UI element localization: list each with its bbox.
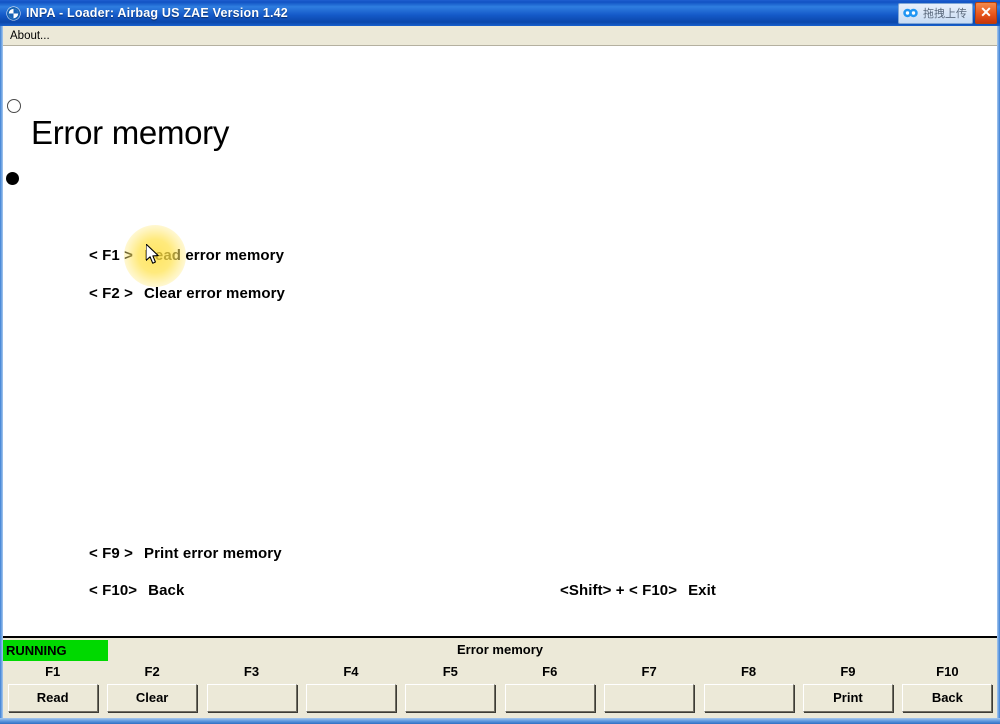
title-bar-controls: 拖拽上传 ✕: [898, 0, 1000, 26]
menu-option-key: < F10>: [89, 582, 138, 599]
function-key-button-row: Read Clear Print Back: [3, 684, 997, 716]
menu-option-label: Clear error memory: [143, 285, 286, 302]
menu-option-label: Print error memory: [143, 545, 282, 562]
menu-option-print-error-memory[interactable]: < F9 > Print error memory: [89, 545, 282, 562]
menu-option-label: Read error memory: [143, 247, 285, 264]
window-title: INPA - Loader: Airbag US ZAE Version 1.4…: [26, 6, 288, 20]
fkey-button-f1[interactable]: Read: [7, 684, 98, 712]
fkey-slot-f3: [202, 684, 301, 716]
fkey-label-f5: F5: [442, 664, 458, 679]
menu-item-about[interactable]: About...: [3, 29, 56, 43]
fkey-slot-f1: Read: [3, 684, 102, 716]
fkey-button-f9[interactable]: Print: [802, 684, 893, 712]
fkey-slot-f2: Clear: [102, 684, 201, 716]
menu-option-key: <Shift> + < F10>: [560, 582, 678, 599]
menu-option-key: < F2 >: [89, 285, 133, 302]
fkey-label-f4: F4: [343, 664, 359, 679]
fkey-button-f6[interactable]: [504, 684, 595, 712]
menu-bar: About...: [3, 26, 997, 46]
menu-option-key: < F9 >: [89, 545, 133, 562]
fkey-label-f7: F7: [641, 664, 657, 679]
menu-option-exit[interactable]: <Shift> + < F10> Exit: [560, 582, 716, 599]
status-title: Error memory: [457, 642, 543, 657]
fkey-slot-f6: [500, 684, 599, 716]
title-bar: INPA - Loader: Airbag US ZAE Version 1.4…: [0, 0, 1000, 26]
menu-option-label: Exit: [688, 582, 716, 599]
window-frame-bottom: [0, 718, 1000, 724]
fkey-label-f8: F8: [740, 664, 757, 679]
status-bar: RUNNING Error memory F1 F2 F3 F4 F5 F6 F…: [3, 636, 997, 718]
fkey-label-f9: F9: [840, 664, 856, 679]
fkey-button-f10[interactable]: Back: [902, 684, 993, 712]
fkey-button-f2[interactable]: Clear: [107, 684, 198, 712]
fkey-label-f2: F2: [144, 664, 160, 679]
fkey-label-f10: F10: [936, 664, 959, 679]
fkey-slot-f10: Back: [898, 684, 997, 716]
menu-option-label: Back: [148, 582, 185, 599]
fkey-slot-f7: [599, 684, 698, 716]
fkey-slot-f4: [301, 684, 400, 716]
fkey-slot-f9: Print: [798, 684, 897, 716]
fkey-label-f3: F3: [243, 664, 260, 679]
application-window: INPA - Loader: Airbag US ZAE Version 1.4…: [0, 0, 1000, 724]
filled-dot-marker-icon: [6, 172, 19, 185]
upload-badge-label: 拖拽上传: [923, 7, 967, 20]
fkey-button-f3[interactable]: [206, 684, 297, 712]
close-button[interactable]: ✕: [975, 2, 997, 24]
fkey-slot-f5: [401, 684, 500, 716]
hollow-circle-marker-icon: [7, 99, 21, 113]
menu-option-read-error-memory[interactable]: < F1 > Read error memory: [89, 247, 284, 264]
fkey-button-f4[interactable]: [305, 684, 396, 712]
menu-option-key: < F1 >: [89, 247, 133, 264]
fkey-label-f6: F6: [542, 664, 558, 679]
bmw-roundel-icon: [6, 5, 21, 21]
fkey-button-f7[interactable]: [604, 684, 695, 712]
page-title: Error memory: [31, 114, 230, 151]
upload-badge[interactable]: 拖拽上传: [898, 2, 973, 24]
cloud-upload-icon: [903, 8, 918, 18]
fkey-slot-f8: [699, 684, 798, 716]
fkey-label-f1: F1: [45, 664, 61, 679]
menu-option-clear-error-memory[interactable]: < F2 > Clear error memory: [89, 285, 285, 302]
function-key-label-row: F1 F2 F3 F4 F5 F6 F7 F8 F9 F10: [3, 664, 997, 684]
menu-option-back[interactable]: < F10> Back: [89, 582, 184, 599]
fkey-button-f8[interactable]: [703, 684, 794, 712]
fkey-button-f5[interactable]: [405, 684, 496, 712]
content-panel: Error memory < F1 > Read error memory < F…: [3, 46, 997, 636]
